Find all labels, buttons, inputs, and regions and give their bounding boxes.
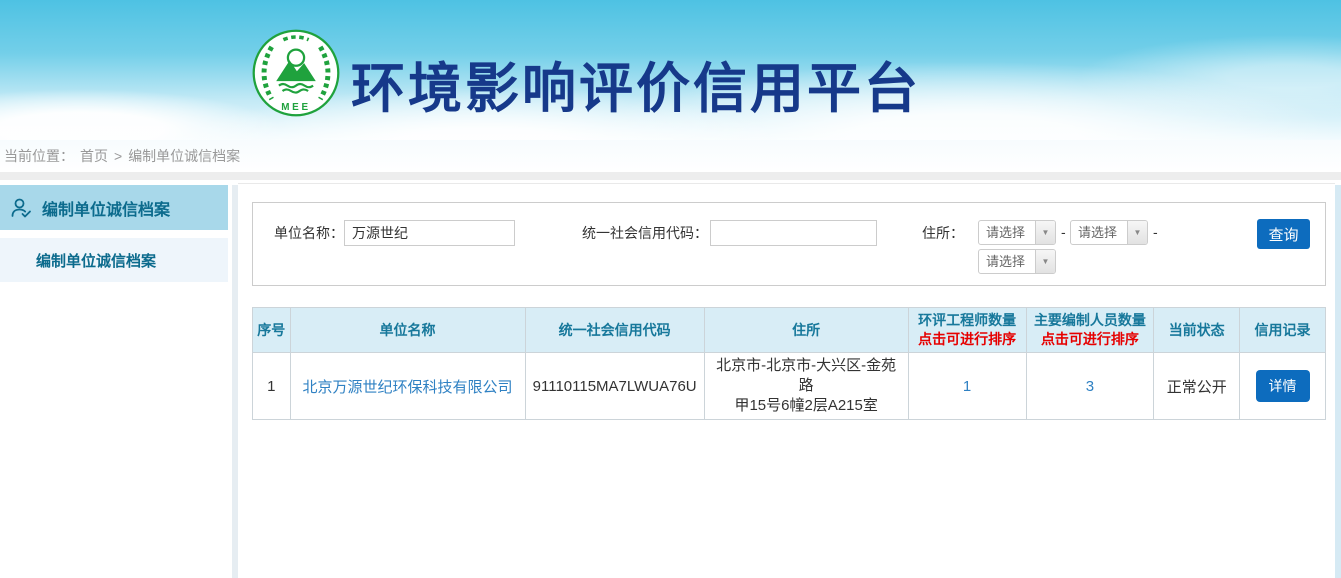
col-index: 序号 [253,308,291,353]
col-staff-count-label: 主要编制人员数量 [1034,312,1146,328]
credit-code-value: 91110115MA7LWUA76U [525,353,704,420]
col-credit-code: 统一社会信用代码 [525,308,704,353]
chevron-down-icon[interactable]: ▼ [1035,250,1055,273]
status-value: 正常公开 [1154,353,1240,420]
col-engineer-count-label: 环评工程师数量 [918,312,1016,328]
address-value: 北京市-北京市-大兴区-金苑路 甲15号6幢2层A215室 [704,353,908,420]
site-header: MEE 环境影响评价信用平台 [0,0,1341,140]
address-label: 住所： [916,220,964,246]
unit-name-input[interactable] [344,220,515,246]
col-credit-record: 信用记录 [1240,308,1326,353]
results-table: 序号 单位名称 统一社会信用代码 住所 环评工程师数量 点击可进行排序 主要编制… [252,307,1326,420]
credit-code-label: 统一社会信用代码： [573,220,708,246]
address-line2: 甲15号6幢2层A215室 [709,396,904,416]
table-row: 1 北京万源世纪环保科技有限公司 91110115MA7LWUA76U 北京市-… [253,353,1326,420]
dash-separator: - [1153,220,1158,245]
search-panel: 单位名称： 统一社会信用代码： 住所： 请选择 ▼ - 请选择 ▼ - 请选择 … [252,202,1326,286]
col-status: 当前状态 [1154,308,1240,353]
address-city-value: 请选择 [1071,221,1127,244]
address-district-value: 请选择 [979,250,1035,273]
page-title: 环境影响评价信用平台 [351,44,921,123]
chevron-down-icon[interactable]: ▼ [1035,221,1055,244]
sidebar-subitem-label: 编制单位诚信档案 [36,250,156,271]
row-index: 1 [253,353,291,420]
dash-separator: - [1061,220,1066,245]
table-header-row: 序号 单位名称 统一社会信用代码 住所 环评工程师数量 点击可进行排序 主要编制… [253,308,1326,353]
detail-button[interactable]: 详情 [1256,370,1310,402]
sidebar-item-unit-credit-archive[interactable]: 编制单位诚信档案 [0,185,228,230]
engineer-count-link[interactable]: 1 [963,378,971,395]
unit-name-link[interactable]: 北京万源世纪环保科技有限公司 [303,379,513,396]
mee-logo-icon: MEE [251,28,341,118]
main-content: 单位名称： 统一社会信用代码： 住所： 请选择 ▼ - 请选择 ▼ - 请选择 … [238,183,1335,578]
unit-name-label: 单位名称： [269,220,344,246]
header-divider [0,172,1341,180]
staff-sort-hint[interactable]: 点击可进行排序 [1031,330,1150,349]
col-address: 住所 [704,308,908,353]
col-unit-name: 单位名称 [290,308,525,353]
col-engineer-count[interactable]: 环评工程师数量 点击可进行排序 [908,308,1026,353]
address-province-value: 请选择 [979,221,1035,244]
credit-code-input[interactable] [710,220,877,246]
address-city-select[interactable]: 请选择 ▼ [1070,220,1148,245]
page-body: 编制单位诚信档案 编制单位诚信档案 单位名称： 统一社会信用代码： 住所： 请选… [0,180,1341,578]
breadcrumb: 当前位置： 首页 > 编制单位诚信档案 [0,140,1341,172]
staff-count-link[interactable]: 3 [1086,378,1094,395]
engineer-sort-hint[interactable]: 点击可进行排序 [913,330,1022,349]
breadcrumb-home-link[interactable]: 首页 [80,146,108,166]
sidebar-item-label: 编制单位诚信档案 [42,196,170,220]
breadcrumb-current: 编制单位诚信档案 [128,146,240,166]
breadcrumb-separator: > [114,148,122,164]
breadcrumb-prefix: 当前位置： [4,146,74,166]
address-province-select[interactable]: 请选择 ▼ [978,220,1056,245]
sidebar: 编制单位诚信档案 编制单位诚信档案 [0,185,228,282]
address-district-select[interactable]: 请选择 ▼ [978,249,1056,274]
mee-logo-text: MEE [281,102,311,113]
user-check-icon [9,196,33,220]
sidebar-subitem-unit-credit-archive[interactable]: 编制单位诚信档案 [0,238,228,282]
address-line1: 北京市-北京市-大兴区-金苑路 [709,356,904,396]
query-button[interactable]: 查询 [1257,219,1310,249]
right-edge-strip [1335,185,1341,578]
chevron-down-icon[interactable]: ▼ [1127,221,1147,244]
col-staff-count[interactable]: 主要编制人员数量 点击可进行排序 [1026,308,1154,353]
